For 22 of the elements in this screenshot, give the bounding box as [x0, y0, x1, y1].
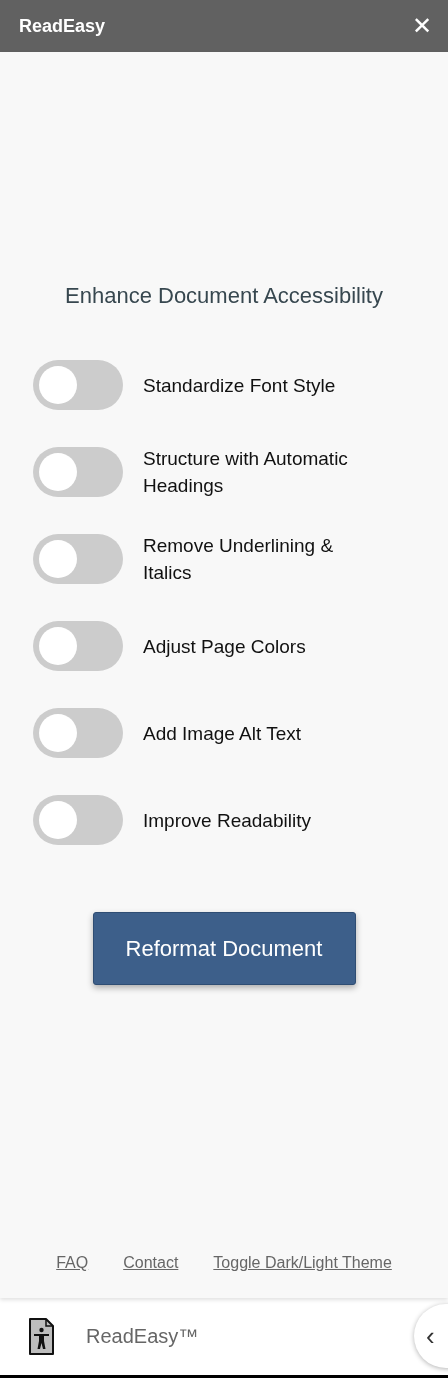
toggle-switch[interactable] — [33, 708, 123, 758]
close-button[interactable]: ✕ — [408, 14, 436, 38]
toggle-switch[interactable] — [33, 447, 123, 497]
collapse-button[interactable]: ‹ — [414, 1304, 448, 1368]
app-name: ReadEasy™ — [86, 1325, 199, 1348]
accessible-document-icon — [28, 1317, 54, 1356]
section-heading: Enhance Document Accessibility — [65, 282, 383, 310]
option-label: Remove Underlining & Italics — [143, 534, 335, 585]
footer-link[interactable]: Contact — [123, 1254, 179, 1272]
footer-link[interactable]: Toggle Dark/Light Theme — [213, 1254, 392, 1272]
option-label: Add Image Alt Text — [143, 721, 302, 746]
toggle-switch[interactable] — [33, 534, 123, 584]
toggle-switch[interactable] — [33, 360, 123, 410]
footer-link[interactable]: FAQ — [56, 1254, 89, 1272]
option-label: Standardize Font Style — [143, 373, 336, 398]
app-title: ReadEasy — [19, 15, 106, 37]
option-label: Adjust Page Colors — [143, 634, 306, 659]
toggle-switch[interactable] — [33, 795, 123, 845]
option-label: Improve Readability — [143, 808, 311, 833]
toggle-switch[interactable] — [33, 621, 123, 671]
option-label: Structure with Automatic Headings — [143, 447, 349, 498]
reformat-button[interactable]: Reformat Document — [92, 912, 356, 985]
